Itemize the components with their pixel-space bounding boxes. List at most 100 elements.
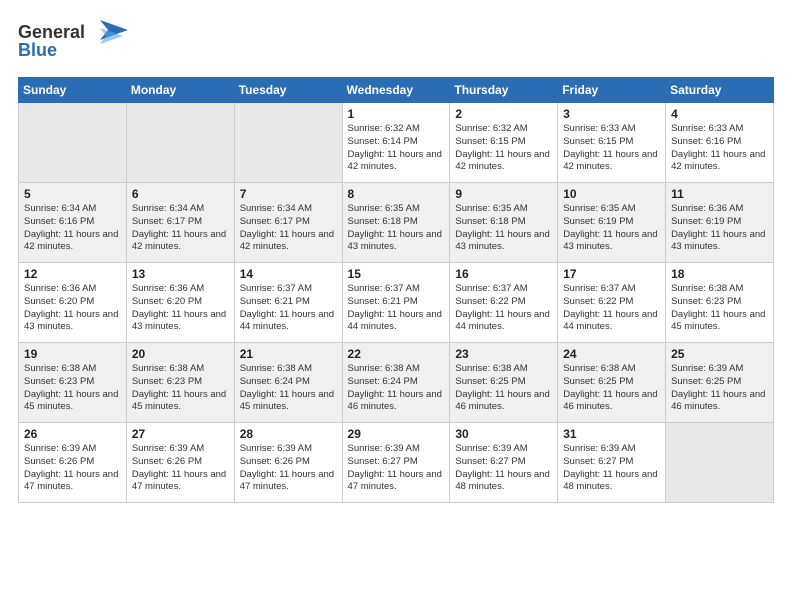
day-number: 15 <box>348 267 445 281</box>
day-info: Sunrise: 6:33 AMSunset: 6:15 PMDaylight:… <box>563 123 660 174</box>
day-number: 27 <box>132 427 229 441</box>
day-info: Sunrise: 6:39 AMSunset: 6:26 PMDaylight:… <box>240 443 337 494</box>
day-cell <box>234 103 342 183</box>
day-cell: 3Sunrise: 6:33 AMSunset: 6:15 PMDaylight… <box>558 103 666 183</box>
day-cell: 10 Sunrise: 6:35 AMSunset: 6:19 PMDayligh… <box>558 183 666 263</box>
day-cell: 22 Sunrise: 6:38 AMSunset: 6:24 PMDayligh… <box>342 343 450 423</box>
day-info: Sunrise: 6:36 AMSunset: 6:20 PMDaylight:… <box>132 283 229 334</box>
day-number: 21 <box>240 347 337 361</box>
day-info: Sunrise: 6:35 AMSunset: 6:18 PMDaylight:… <box>455 203 552 254</box>
day-info: Sunrise: 6:34 AMSunset: 6:16 PMDaylight:… <box>24 203 121 254</box>
day-number: 24 <box>563 347 660 361</box>
day-cell <box>19 103 127 183</box>
day-number: 14 <box>240 267 337 281</box>
day-cell: 19 Sunrise: 6:38 AMSunset: 6:23 PMDayligh… <box>19 343 127 423</box>
page: General Blue SundayMondayTuesdayWednesda… <box>0 0 792 612</box>
day-info: Sunrise: 6:38 AMSunset: 6:25 PMDaylight:… <box>455 363 552 414</box>
day-cell: 13 Sunrise: 6:36 AMSunset: 6:20 PMDayligh… <box>126 263 234 343</box>
day-number: 1 <box>348 107 445 121</box>
weekday-thursday: Thursday <box>450 78 558 103</box>
day-cell: 16Sunrise: 6:37 AMSunset: 6:22 PMDayligh… <box>450 263 558 343</box>
weekday-wednesday: Wednesday <box>342 78 450 103</box>
day-cell: 9 Sunrise: 6:35 AMSunset: 6:18 PMDaylight… <box>450 183 558 263</box>
day-info: Sunrise: 6:32 AMSunset: 6:15 PMDaylight:… <box>455 123 552 174</box>
day-number: 12 <box>24 267 121 281</box>
day-number: 5 <box>24 187 121 201</box>
day-cell: 20 Sunrise: 6:38 AMSunset: 6:23 PMDayligh… <box>126 343 234 423</box>
day-cell: 27 Sunrise: 6:39 AMSunset: 6:26 PMDayligh… <box>126 423 234 503</box>
day-info: Sunrise: 6:35 AMSunset: 6:19 PMDaylight:… <box>563 203 660 254</box>
week-row-4: 19 Sunrise: 6:38 AMSunset: 6:23 PMDayligh… <box>19 343 774 423</box>
day-info: Sunrise: 6:39 AMSunset: 6:27 PMDaylight:… <box>455 443 552 494</box>
day-info: Sunrise: 6:38 AMSunset: 6:25 PMDaylight:… <box>563 363 660 414</box>
day-cell: 5 Sunrise: 6:34 AMSunset: 6:16 PMDaylight… <box>19 183 127 263</box>
week-row-1: 1 Sunrise: 6:32 AMSunset: 6:14 PMDaylight… <box>19 103 774 183</box>
day-number: 19 <box>24 347 121 361</box>
day-number: 11 <box>671 187 768 201</box>
day-cell: 30 Sunrise: 6:39 AMSunset: 6:27 PMDayligh… <box>450 423 558 503</box>
day-info: Sunrise: 6:39 AMSunset: 6:26 PMDaylight:… <box>24 443 121 494</box>
week-row-2: 5 Sunrise: 6:34 AMSunset: 6:16 PMDaylight… <box>19 183 774 263</box>
day-cell: 11 Sunrise: 6:36 AMSunset: 6:19 PMDayligh… <box>666 183 774 263</box>
day-cell: 6 Sunrise: 6:34 AMSunset: 6:17 PMDaylight… <box>126 183 234 263</box>
day-number: 29 <box>348 427 445 441</box>
day-cell: 8 Sunrise: 6:35 AMSunset: 6:18 PMDaylight… <box>342 183 450 263</box>
day-info: Sunrise: 6:37 AMSunset: 6:22 PMDaylight:… <box>455 283 552 334</box>
day-info: Sunrise: 6:35 AMSunset: 6:18 PMDaylight:… <box>348 203 445 254</box>
day-cell: 17Sunrise: 6:37 AMSunset: 6:22 PMDayligh… <box>558 263 666 343</box>
day-number: 6 <box>132 187 229 201</box>
day-info: Sunrise: 6:37 AMSunset: 6:21 PMDaylight:… <box>240 283 337 334</box>
day-info: Sunrise: 6:39 AMSunset: 6:27 PMDaylight:… <box>348 443 445 494</box>
day-info: Sunrise: 6:38 AMSunset: 6:23 PMDaylight:… <box>671 283 768 334</box>
day-cell: 28 Sunrise: 6:39 AMSunset: 6:26 PMDayligh… <box>234 423 342 503</box>
day-cell: 18 Sunrise: 6:38 AMSunset: 6:23 PMDayligh… <box>666 263 774 343</box>
day-info: Sunrise: 6:32 AMSunset: 6:14 PMDaylight:… <box>348 123 445 174</box>
calendar-table: SundayMondayTuesdayWednesdayThursdayFrid… <box>18 77 774 503</box>
day-info: Sunrise: 6:38 AMSunset: 6:24 PMDaylight:… <box>348 363 445 414</box>
day-number: 31 <box>563 427 660 441</box>
day-cell: 2Sunrise: 6:32 AMSunset: 6:15 PMDaylight… <box>450 103 558 183</box>
day-number: 25 <box>671 347 768 361</box>
day-cell: 21 Sunrise: 6:38 AMSunset: 6:24 PMDayligh… <box>234 343 342 423</box>
day-info: Sunrise: 6:38 AMSunset: 6:23 PMDaylight:… <box>132 363 229 414</box>
day-cell: 12 Sunrise: 6:36 AMSunset: 6:20 PMDayligh… <box>19 263 127 343</box>
weekday-tuesday: Tuesday <box>234 78 342 103</box>
day-info: Sunrise: 6:36 AMSunset: 6:19 PMDaylight:… <box>671 203 768 254</box>
day-number: 20 <box>132 347 229 361</box>
day-number: 28 <box>240 427 337 441</box>
day-number: 30 <box>455 427 552 441</box>
day-cell: 14 Sunrise: 6:37 AMSunset: 6:21 PMDayligh… <box>234 263 342 343</box>
logo-svg: General Blue <box>18 18 128 62</box>
day-info: Sunrise: 6:39 AMSunset: 6:25 PMDaylight:… <box>671 363 768 414</box>
day-number: 22 <box>348 347 445 361</box>
day-info: Sunrise: 6:38 AMSunset: 6:23 PMDaylight:… <box>24 363 121 414</box>
logo: General Blue <box>18 18 128 67</box>
day-number: 8 <box>348 187 445 201</box>
weekday-header-row: SundayMondayTuesdayWednesdayThursdayFrid… <box>19 78 774 103</box>
svg-text:Blue: Blue <box>18 40 57 60</box>
day-number: 18 <box>671 267 768 281</box>
day-number: 9 <box>455 187 552 201</box>
day-number: 26 <box>24 427 121 441</box>
weekday-friday: Friday <box>558 78 666 103</box>
day-cell <box>126 103 234 183</box>
day-cell: 31 Sunrise: 6:39 AMSunset: 6:27 PMDayligh… <box>558 423 666 503</box>
day-cell: 29 Sunrise: 6:39 AMSunset: 6:27 PMDayligh… <box>342 423 450 503</box>
day-cell: 24 Sunrise: 6:38 AMSunset: 6:25 PMDayligh… <box>558 343 666 423</box>
day-number: 13 <box>132 267 229 281</box>
day-info: Sunrise: 6:36 AMSunset: 6:20 PMDaylight:… <box>24 283 121 334</box>
weekday-sunday: Sunday <box>19 78 127 103</box>
day-info: Sunrise: 6:39 AMSunset: 6:26 PMDaylight:… <box>132 443 229 494</box>
day-info: Sunrise: 6:39 AMSunset: 6:27 PMDaylight:… <box>563 443 660 494</box>
day-cell: 23 Sunrise: 6:38 AMSunset: 6:25 PMDayligh… <box>450 343 558 423</box>
day-number: 23 <box>455 347 552 361</box>
weekday-saturday: Saturday <box>666 78 774 103</box>
day-info: Sunrise: 6:38 AMSunset: 6:24 PMDaylight:… <box>240 363 337 414</box>
day-cell: 1 Sunrise: 6:32 AMSunset: 6:14 PMDaylight… <box>342 103 450 183</box>
day-info: Sunrise: 6:34 AMSunset: 6:17 PMDaylight:… <box>240 203 337 254</box>
day-info: Sunrise: 6:34 AMSunset: 6:17 PMDaylight:… <box>132 203 229 254</box>
day-cell: 25 Sunrise: 6:39 AMSunset: 6:25 PMDayligh… <box>666 343 774 423</box>
day-number: 10 <box>563 187 660 201</box>
svg-text:General: General <box>18 22 85 42</box>
week-row-5: 26 Sunrise: 6:39 AMSunset: 6:26 PMDayligh… <box>19 423 774 503</box>
